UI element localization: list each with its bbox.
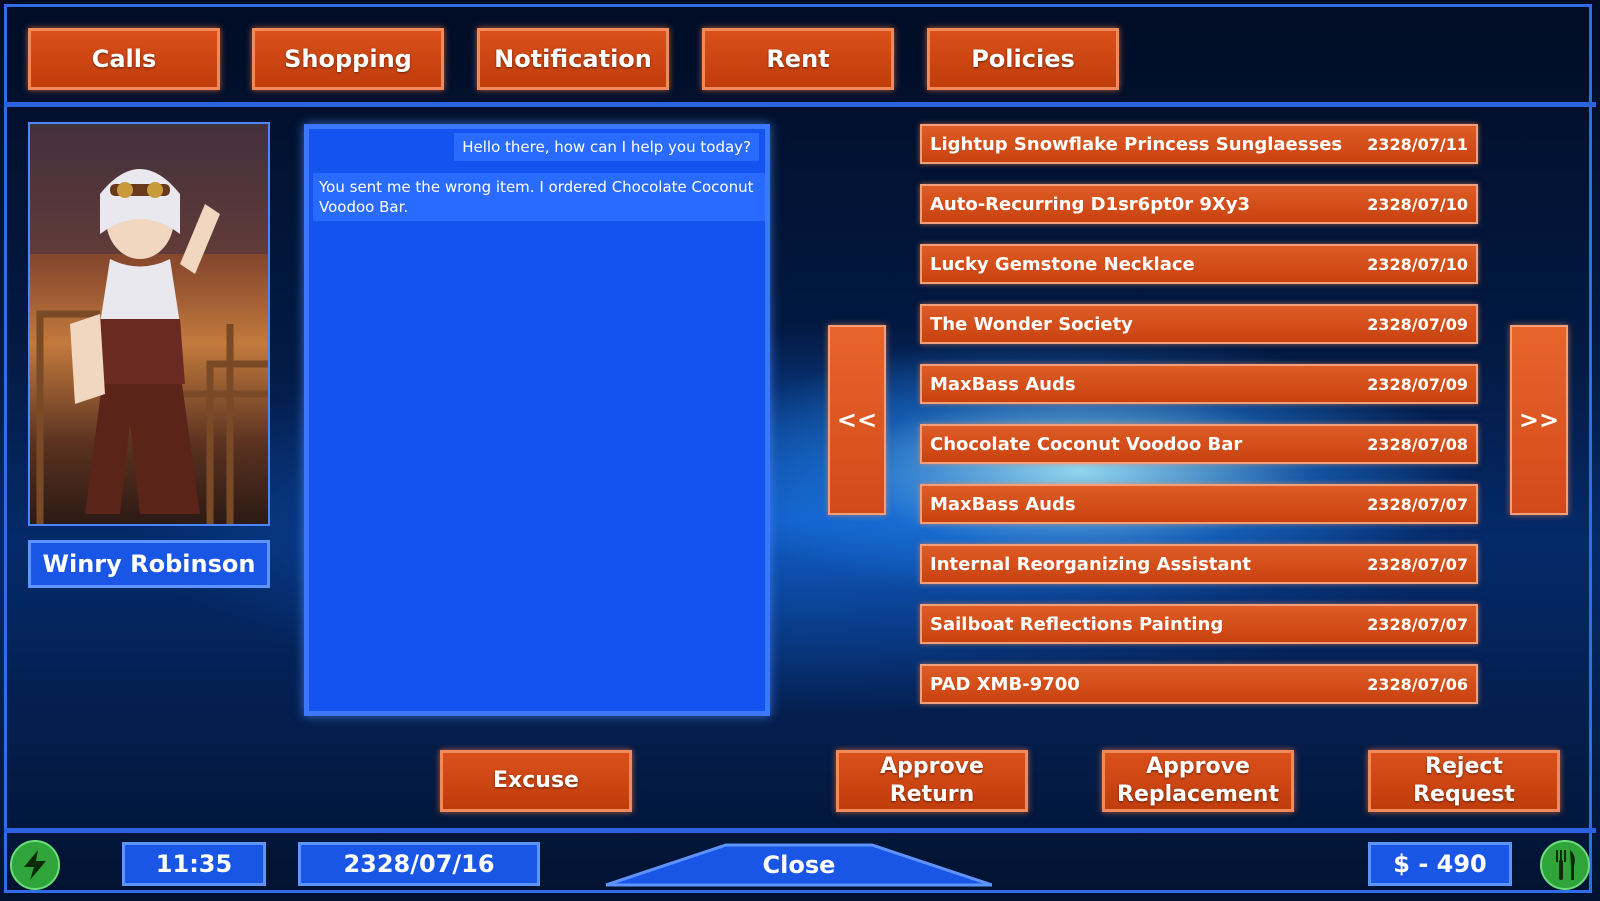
order-name: Chocolate Coconut Voodoo Bar [930, 433, 1243, 455]
customer-name: Winry Robinson [28, 540, 270, 588]
lightning-icon[interactable] [10, 840, 60, 890]
close-button[interactable]: Close [606, 843, 992, 887]
order-item[interactable]: PAD XMB-9700 2328/07/06 [920, 664, 1478, 704]
order-name: PAD XMB-9700 [930, 673, 1080, 695]
approve-replacement-label-1: Approve [1146, 754, 1250, 779]
order-name: MaxBass Auds [930, 373, 1076, 395]
approve-replacement-button[interactable]: Approve Replacement [1102, 750, 1294, 812]
nav-shopping-button[interactable]: Shopping [252, 28, 444, 90]
customer-portrait [28, 122, 270, 526]
approve-return-button[interactable]: Approve Return [836, 750, 1028, 812]
nav-notification-button[interactable]: Notification [477, 28, 669, 90]
order-item[interactable]: Sailboat Reflections Painting 2328/07/07 [920, 604, 1478, 644]
order-item[interactable]: Lucky Gemstone Necklace 2328/07/10 [920, 244, 1478, 284]
order-date: 2328/07/09 [1367, 374, 1468, 394]
approve-replacement-label-2: Replacement [1117, 782, 1279, 807]
footer-divider [4, 828, 1596, 833]
order-date: 2328/07/10 [1367, 194, 1468, 214]
order-name: Lightup Snowflake Princess Sunglaesses [930, 133, 1343, 155]
prev-page-button[interactable]: << [828, 325, 886, 515]
order-date: 2328/07/07 [1367, 494, 1468, 514]
clock-display: 11:35 [122, 842, 266, 886]
order-name: Auto-Recurring D1sr6pt0r 9Xy3 [930, 193, 1251, 215]
order-date: 2328/07/07 [1367, 554, 1468, 574]
approve-return-label-1: Approve [880, 754, 984, 779]
order-item[interactable]: The Wonder Society 2328/07/09 [920, 304, 1478, 344]
reject-request-label-2: Request [1413, 782, 1515, 807]
nav-rent-button[interactable]: Rent [702, 28, 894, 90]
order-date: 2328/07/08 [1367, 434, 1468, 454]
customer-portrait-image [30, 124, 268, 524]
order-name: The Wonder Society [930, 313, 1133, 335]
chat-message-player: You sent me the wrong item. I ordered Ch… [313, 173, 765, 221]
close-button-label: Close [762, 851, 836, 879]
order-name: Internal Reorganizing Assistant [930, 553, 1251, 575]
approve-return-label-2: Return [889, 782, 975, 807]
nav-calls-button[interactable]: Calls [28, 28, 220, 90]
next-page-button[interactable]: >> [1510, 325, 1568, 515]
order-date: 2328/07/07 [1367, 614, 1468, 634]
order-name: MaxBass Auds [930, 493, 1076, 515]
order-item[interactable]: MaxBass Auds 2328/07/09 [920, 364, 1478, 404]
order-item[interactable]: Auto-Recurring D1sr6pt0r 9Xy3 2328/07/10 [920, 184, 1478, 224]
order-item[interactable]: Internal Reorganizing Assistant 2328/07/… [920, 544, 1478, 584]
order-name: Lucky Gemstone Necklace [930, 253, 1195, 275]
order-date: 2328/07/10 [1367, 254, 1468, 274]
excuse-button[interactable]: Excuse [440, 750, 632, 812]
order-item[interactable]: Lightup Snowflake Princess Sunglaesses 2… [920, 124, 1478, 164]
reject-request-button[interactable]: Reject Request [1368, 750, 1560, 812]
nav-policies-button[interactable]: Policies [927, 28, 1119, 90]
order-date: 2328/07/09 [1367, 314, 1468, 334]
order-item[interactable]: MaxBass Auds 2328/07/07 [920, 484, 1478, 524]
chat-message-npc: Hello there, how can I help you today? [454, 133, 759, 161]
money-display: $ - 490 [1368, 842, 1512, 886]
header-divider [4, 102, 1596, 107]
chat-panel: Hello there, how can I help you today? Y… [304, 124, 770, 716]
date-display: 2328/07/16 [298, 842, 540, 886]
reject-request-label-1: Reject [1425, 754, 1503, 779]
order-name: Sailboat Reflections Painting [930, 613, 1224, 635]
order-date: 2328/07/06 [1367, 674, 1468, 694]
order-date: 2328/07/11 [1367, 134, 1468, 154]
fork-knife-icon[interactable] [1540, 840, 1590, 890]
order-item[interactable]: Chocolate Coconut Voodoo Bar 2328/07/08 [920, 424, 1478, 464]
